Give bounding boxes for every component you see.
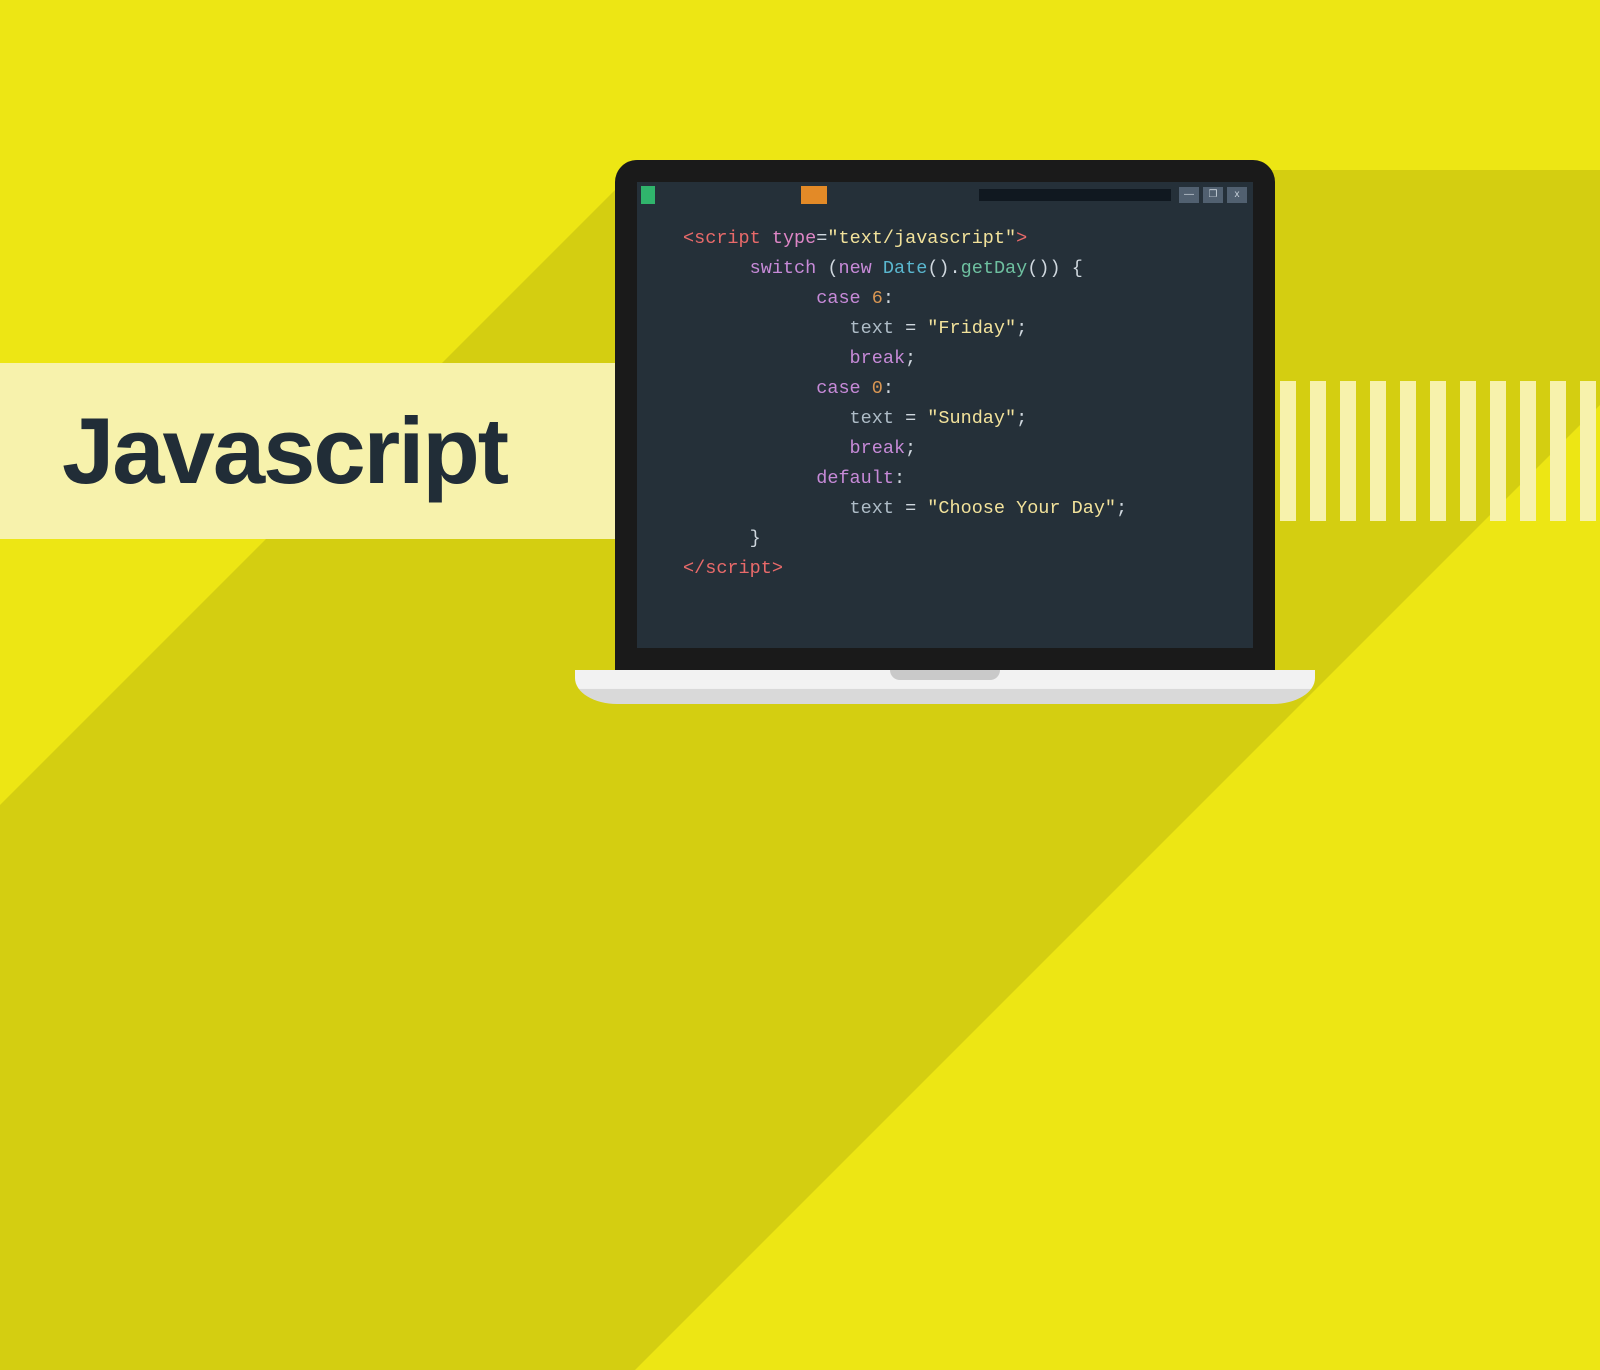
code-class-date: Date (883, 258, 927, 279)
title-band: Javascript (0, 363, 618, 539)
code-q: " (927, 498, 938, 519)
code-semi: ; (905, 348, 916, 369)
code-str-choose: Choose Your Day (938, 498, 1105, 519)
code-var-text: text (850, 318, 894, 339)
code-sp (894, 408, 905, 429)
close-button[interactable]: x (1227, 187, 1247, 203)
code-close-name: script (705, 558, 772, 579)
code-kw-break: break (850, 438, 906, 459)
code-kw-case: case (816, 288, 860, 309)
laptop-screen-frame: — ❐ x <script type="text/javascript"> sw… (615, 160, 1275, 670)
code-eq: = (816, 228, 827, 249)
code-eq: = (905, 498, 916, 519)
code-sp (894, 498, 905, 519)
code-str-friday: Friday (938, 318, 1005, 339)
code-num-6: 6 (872, 288, 883, 309)
code-str-sunday: Sunday (938, 408, 1005, 429)
code-block: <script type="text/javascript"> switch (… (683, 224, 1127, 584)
maximize-button[interactable]: ❐ (1203, 187, 1223, 203)
code-close-lt: < (683, 558, 694, 579)
code-q: " (1105, 498, 1116, 519)
code-sp (761, 228, 772, 249)
editor-address-bar (979, 189, 1171, 201)
code-semi: ; (1016, 408, 1027, 429)
code-q: " (927, 318, 938, 339)
code-sp (916, 318, 927, 339)
laptop-notch (890, 670, 1000, 680)
code-rb: } (750, 528, 761, 549)
code-kw-default: default (816, 468, 894, 489)
code-close-gt: > (772, 558, 783, 579)
code-editor-screen: — ❐ x <script type="text/javascript"> sw… (637, 182, 1253, 648)
code-var-text: text (850, 498, 894, 519)
code-sp (861, 288, 872, 309)
code-semi: ; (905, 438, 916, 459)
code-rp: ) (938, 258, 949, 279)
code-attr: type (772, 228, 816, 249)
code-kw-case: case (816, 378, 860, 399)
code-semi: ; (1116, 498, 1127, 519)
laptop: — ❐ x <script type="text/javascript"> sw… (615, 160, 1355, 704)
code-kw-break: break (850, 348, 906, 369)
editor-tab-indicator-green (641, 186, 655, 204)
code-colon: : (883, 288, 894, 309)
code-open-lt: < (683, 228, 694, 249)
code-num-0: 0 (872, 378, 883, 399)
code-kw-new: new (838, 258, 871, 279)
code-eq: = (905, 318, 916, 339)
laptop-base (575, 670, 1315, 704)
code-sp (861, 378, 872, 399)
code-sp (916, 498, 927, 519)
minimize-button[interactable]: — (1179, 187, 1199, 203)
code-lb: { (1072, 258, 1083, 279)
code-q: " (1005, 228, 1016, 249)
page-title: Javascript (62, 397, 507, 505)
editor-titlebar: — ❐ x (637, 182, 1253, 208)
window-controls: — ❐ x (1179, 187, 1247, 203)
code-lp: ( (827, 258, 838, 279)
code-q: " (927, 408, 938, 429)
code-kw-switch: switch (750, 258, 817, 279)
code-sp (872, 258, 883, 279)
code-var-text: text (850, 408, 894, 429)
code-sp (894, 318, 905, 339)
code-q: " (1005, 408, 1016, 429)
editor-tab-indicator-orange (801, 186, 827, 204)
code-colon: : (894, 468, 905, 489)
code-open-gt: > (1016, 228, 1027, 249)
code-dot: . (950, 258, 961, 279)
code-sp (1061, 258, 1072, 279)
code-lp: ( (1027, 258, 1038, 279)
code-close-slash: / (694, 558, 705, 579)
code-lp: ( (927, 258, 938, 279)
code-eq: = (905, 408, 916, 429)
code-q: " (827, 228, 838, 249)
code-rp: ) (1038, 258, 1049, 279)
code-rp: ) (1049, 258, 1060, 279)
code-val: text/javascript (838, 228, 1005, 249)
code-sp (916, 408, 927, 429)
code-sp (816, 258, 827, 279)
code-open-name: script (694, 228, 761, 249)
code-method-getday: getDay (961, 258, 1028, 279)
code-colon: : (883, 378, 894, 399)
code-semi: ; (1016, 318, 1027, 339)
code-q: " (1005, 318, 1016, 339)
